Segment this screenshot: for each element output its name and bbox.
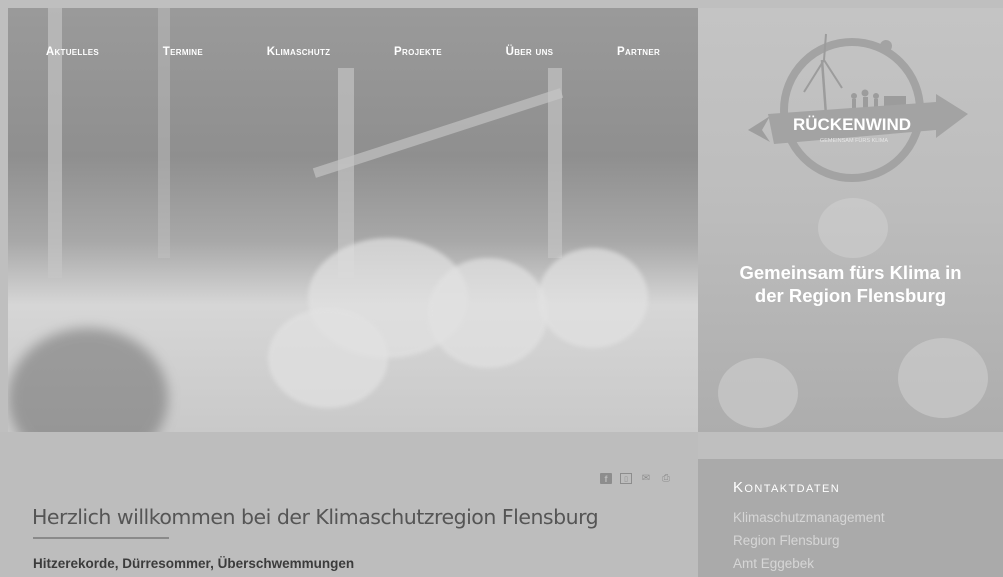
contact-line-3: Amt Eggebek [733,556,815,571]
nav-item-klimaschutz[interactable]: Klimaschutz [267,46,331,58]
share-toolbar: f ▯ ✉ ⎙ [600,473,672,484]
nav-item-projekte[interactable]: Projekte [394,46,442,58]
contact-line-1: Klimaschutzmanagement [733,510,885,525]
main-content: f ▯ ✉ ⎙ Herzlich willkommen bei der Klim… [0,432,698,577]
title-underline [33,537,169,539]
hero-tagline: Gemeinsam fürs Klima in der Region Flens… [698,261,1003,307]
rueckenwind-logo[interactable]: RÜCKENWIND GEMEINSAM FÜRS KLIMA [734,30,970,190]
svg-text:GEMEINSAM FÜRS KLIMA: GEMEINSAM FÜRS KLIMA [820,137,888,144]
tagline-line-1: Gemeinsam fürs Klima in [739,262,962,283]
page: Aktuelles Termine Klimaschutz Projekte Ü… [0,0,1003,577]
email-icon[interactable]: ✉ [640,473,652,484]
main-nav: Aktuelles Termine Klimaschutz Projekte Ü… [8,46,698,58]
nav-item-partner[interactable]: Partner [617,46,660,58]
nav-item-termine[interactable]: Termine [163,46,203,58]
contact-box: Kontaktdaten Klimaschutzmanagement Regio… [698,459,1003,577]
facebook-icon[interactable]: f [600,473,612,484]
contact-heading: Kontaktdaten [733,479,841,496]
print-icon[interactable]: ⎙ [660,473,672,484]
nav-item-ueber-uns[interactable]: Über uns [506,46,554,58]
page-title: Herzlich willkommen bei der Klimaschutzr… [32,505,599,529]
hero-image: Aktuelles Termine Klimaschutz Projekte Ü… [8,8,698,432]
hero-side-panel: RÜCKENWIND GEMEINSAM FÜRS KLIMA Gemeinsa… [698,8,1003,432]
nav-item-aktuelles[interactable]: Aktuelles [46,46,99,58]
pdf-icon[interactable]: ▯ [620,473,632,484]
contact-line-2: Region Flensburg [733,533,840,548]
tagline-line-2: der Region Flensburg [754,285,947,306]
svg-text:RÜCKENWIND: RÜCKENWIND [793,115,911,134]
page-subtitle: Hitzerekorde, Dürresommer, Überschwemmun… [33,556,355,571]
